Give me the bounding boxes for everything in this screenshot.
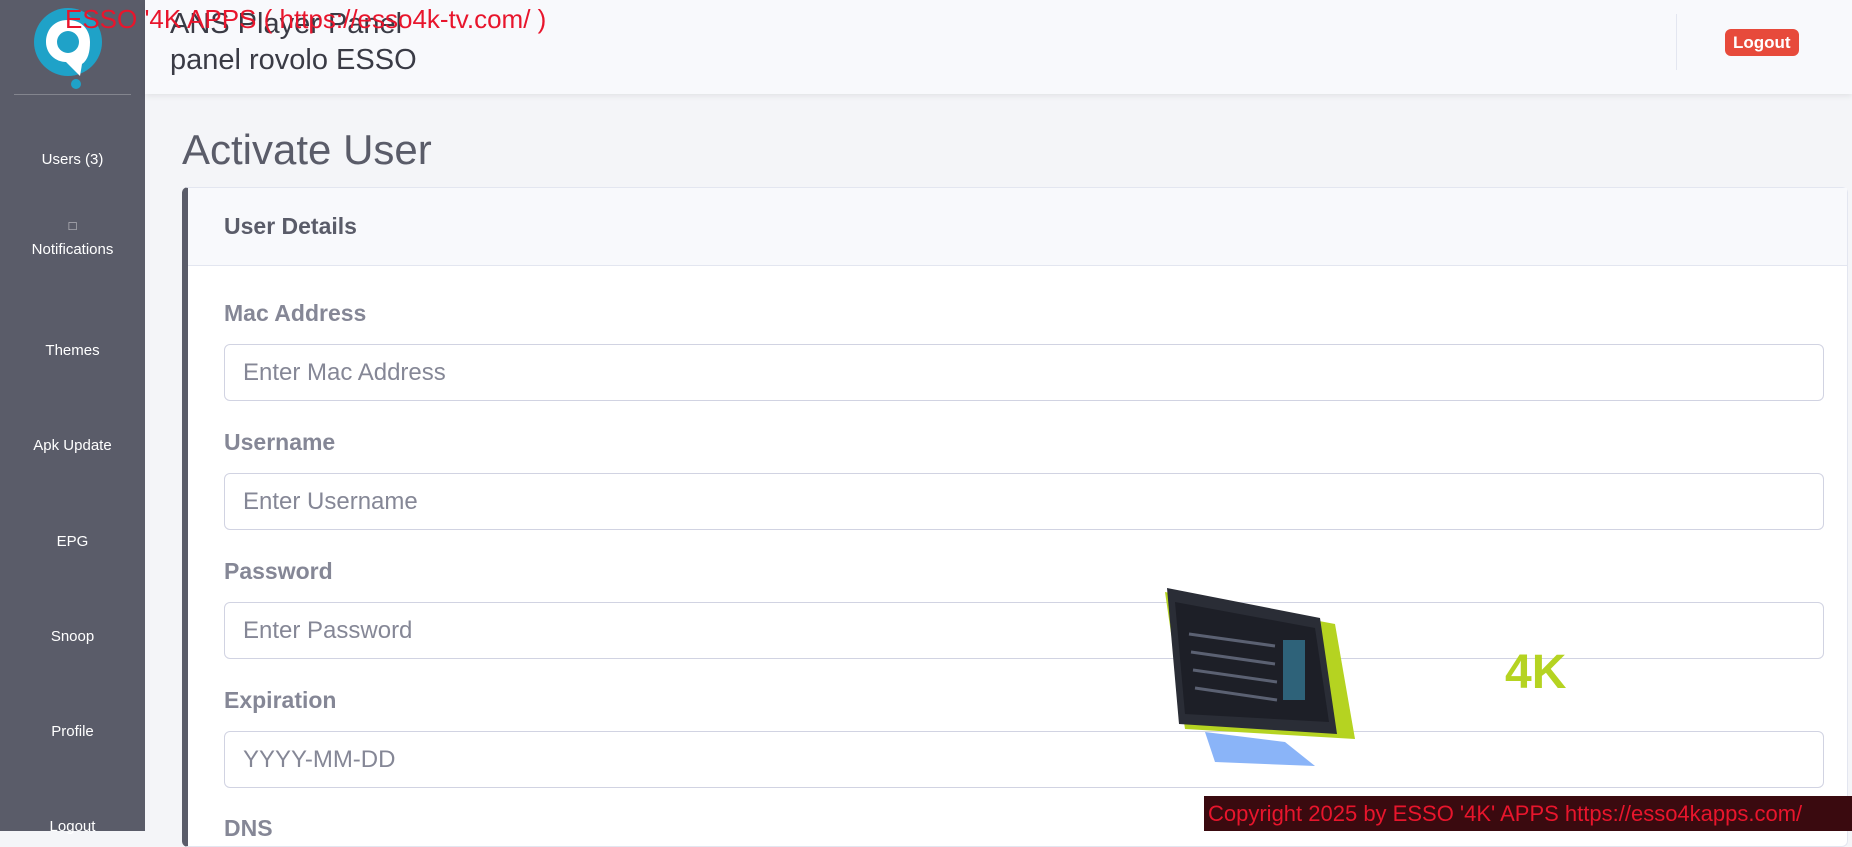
sidebar-item-label: Apk Update <box>33 437 112 454</box>
sidebar-item-users[interactable]: Users (3) <box>0 151 145 168</box>
username-input[interactable] <box>224 473 1824 530</box>
card-title: User Details <box>224 213 357 239</box>
watermark-overlay: ESSO '4K APPS ( https://esso4k-tv.com/ ) <box>65 4 547 34</box>
username-label: Username <box>224 429 336 455</box>
sidebar: Users (3) □ Notifications Themes Apk Upd… <box>0 0 145 835</box>
sidebar-item-notifications[interactable]: □ Notifications <box>0 218 145 258</box>
sidebar-divider <box>14 94 131 95</box>
dns-label: DNS <box>224 815 273 841</box>
page-title: Activate User <box>182 126 432 173</box>
sidebar-item-epg[interactable]: EPG <box>0 533 145 550</box>
sidebar-item-label: Snoop <box>50 628 95 645</box>
sidebar-item-label: EPG <box>56 533 89 550</box>
sidebar-item-snoop[interactable]: Snoop <box>0 628 145 645</box>
sidebar-item-label: Profile <box>51 723 94 740</box>
promo-brand-text: 4K <box>1505 646 1567 699</box>
panel-name: panel rovolo ESSO <box>170 44 417 76</box>
card-header: User Details <box>188 188 1847 266</box>
sidebar-item-profile[interactable]: Profile <box>0 723 145 740</box>
mac-address-input[interactable] <box>224 344 1824 401</box>
user-details-card: User Details Mac Address Username Passwo… <box>182 187 1848 847</box>
expiration-label: Expiration <box>224 687 337 713</box>
copyright-watermark: Copyright 2025 by ESSO '4K' APPS https:/… <box>1204 796 1852 831</box>
sidebar-item-label: Notifications <box>31 241 114 258</box>
sidebar-item-label: Users (3) <box>41 151 104 168</box>
expiration-input[interactable] <box>224 731 1824 788</box>
sidebar-item-logout[interactable]: Logout <box>0 818 145 835</box>
bell-icon: □ <box>68 218 77 233</box>
password-input[interactable] <box>224 602 1824 659</box>
mac-address-label: Mac Address <box>224 300 367 326</box>
topbar-divider <box>1676 14 1677 70</box>
sidebar-item-label: Logout <box>49 818 96 835</box>
password-label: Password <box>224 558 333 584</box>
sidebar-item-apk-update[interactable]: Apk Update <box>0 437 145 454</box>
sidebar-item-label: Themes <box>45 342 100 359</box>
sidebar-item-themes[interactable]: Themes <box>0 342 145 359</box>
logout-button[interactable]: Logout <box>1725 29 1799 56</box>
